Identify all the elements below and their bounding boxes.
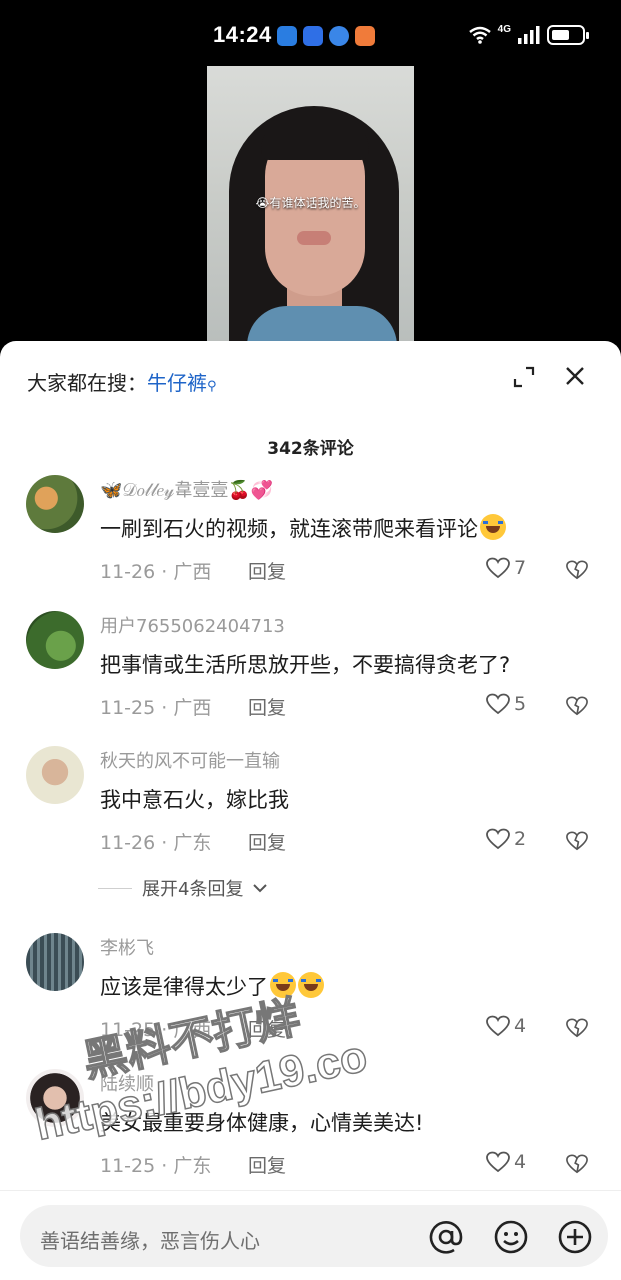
video-frame[interactable]: 😭有谁体话我的苦。 [207,66,414,356]
comment-text: 我中意石火，嫁比我 [100,788,289,812]
comment-username[interactable]: 用户7655062404713 [100,612,285,638]
status-bar: 14:24 4G [0,0,621,66]
heart-icon [486,828,510,850]
status-time: 14:24 [213,22,272,47]
comment-meta: 11-26 · 广西 [100,561,212,583]
search-term-link[interactable]: 牛仔裤 [147,371,207,395]
video-caption: 😭有谁体话我的苦。 [255,196,366,210]
expand-replies-label: 展开4条回复 [142,879,244,900]
like-button[interactable]: 2 [486,828,526,850]
comment-input-bar: 善语结善缘，恶言伤人心 [0,1190,621,1280]
comment-meta: 11-25 · 广西 [100,1019,212,1041]
avatar[interactable] [26,1069,84,1127]
chevron-down-icon [253,884,268,893]
expand-icon[interactable] [512,365,536,389]
heart-icon [486,1151,510,1173]
message-app-icon [303,26,323,46]
like-count: 2 [514,828,527,850]
like-button[interactable]: 5 [486,693,526,715]
comment-input-placeholder: 善语结善缘，恶言伤人心 [40,1229,260,1253]
comment-username[interactable]: 🦋𝒟𝑜𝓁𝓁𝑒𝓎韋壹壹🍒💞 [100,476,273,502]
emoji-icon[interactable] [493,1219,529,1255]
comment-text: 一刷到石火的视频，就连滚带爬来看评论 [100,513,506,543]
rolling-laughing-emoji [298,972,324,998]
battery-icon [547,24,589,45]
wifi-icon [468,26,491,44]
comment-meta: 11-25 · 广东 [100,1155,212,1177]
search-icon: ⚲ [207,379,217,394]
status-indicators: 4G [468,24,589,45]
comment-meta: 11-26 · 广东 [100,832,212,854]
shield-app-icon [277,26,297,46]
reply-button[interactable]: 回复 [248,693,286,720]
like-count: 4 [514,1151,527,1173]
comment-text: 美女最重要身体健康，心情美美达! [100,1111,424,1135]
like-button[interactable]: 4 [486,1151,526,1173]
plus-icon[interactable] [557,1219,593,1255]
laughing-crying-emoji [480,514,506,540]
battery-level [552,29,569,40]
reply-button[interactable]: 回复 [248,1151,286,1178]
broken-heart-icon[interactable] [566,1017,588,1039]
at-mention-icon[interactable] [428,1219,464,1255]
comment-username[interactable]: 陆续顺 [100,1070,154,1096]
broken-heart-icon[interactable] [566,830,588,852]
reply-button[interactable]: 回复 [248,557,286,584]
like-count: 4 [514,1015,527,1037]
signal-icon [518,25,540,44]
rolling-laughing-emoji [270,972,296,998]
like-button[interactable]: 7 [486,557,526,579]
reply-button[interactable]: 回复 [248,828,286,855]
avatar[interactable] [26,933,84,991]
comment-meta: 11-25 · 广西 [100,697,212,719]
expand-replies-button[interactable]: 展开4条回复 [98,875,268,901]
avatar[interactable] [26,611,84,669]
browser-app-icon [329,26,349,46]
video-player[interactable]: 😭有谁体话我的苦。 [0,66,621,356]
comment-sheet: 大家都在搜：牛仔裤⚲ 342条评论 🦋𝒟𝑜𝓁𝓁𝑒𝓎韋壹壹🍒💞 一刷到石火的视频，… [0,341,621,1280]
comment-text: 应该是律得太少了 [100,971,324,1001]
heart-icon [486,693,510,715]
search-hint-label: 大家都在搜： [27,371,147,395]
broken-heart-icon[interactable] [566,1153,588,1175]
network-type: 4G [497,24,511,35]
broken-heart-icon[interactable] [566,559,588,581]
broken-heart-icon[interactable] [566,695,588,717]
reply-button[interactable]: 回复 [248,1015,286,1042]
like-count: 7 [514,557,527,579]
search-suggestion[interactable]: 大家都在搜：牛仔裤⚲ [27,367,217,396]
comment-username[interactable]: 秋天的风不可能一直输 [100,747,280,773]
comment-count: 342条评论 [267,439,354,459]
heart-icon [486,1015,510,1037]
close-icon[interactable] [563,364,587,388]
avatar[interactable] [26,475,84,533]
like-count: 5 [514,693,527,715]
heart-icon [486,557,510,579]
comment-username[interactable]: 李彬飞 [100,934,154,960]
avatar[interactable] [26,746,84,804]
photo-app-icon [355,26,375,46]
comment-text: 把事情或生活所思放开些，不要搞得贪老了? [100,653,511,677]
like-button[interactable]: 4 [486,1015,526,1037]
